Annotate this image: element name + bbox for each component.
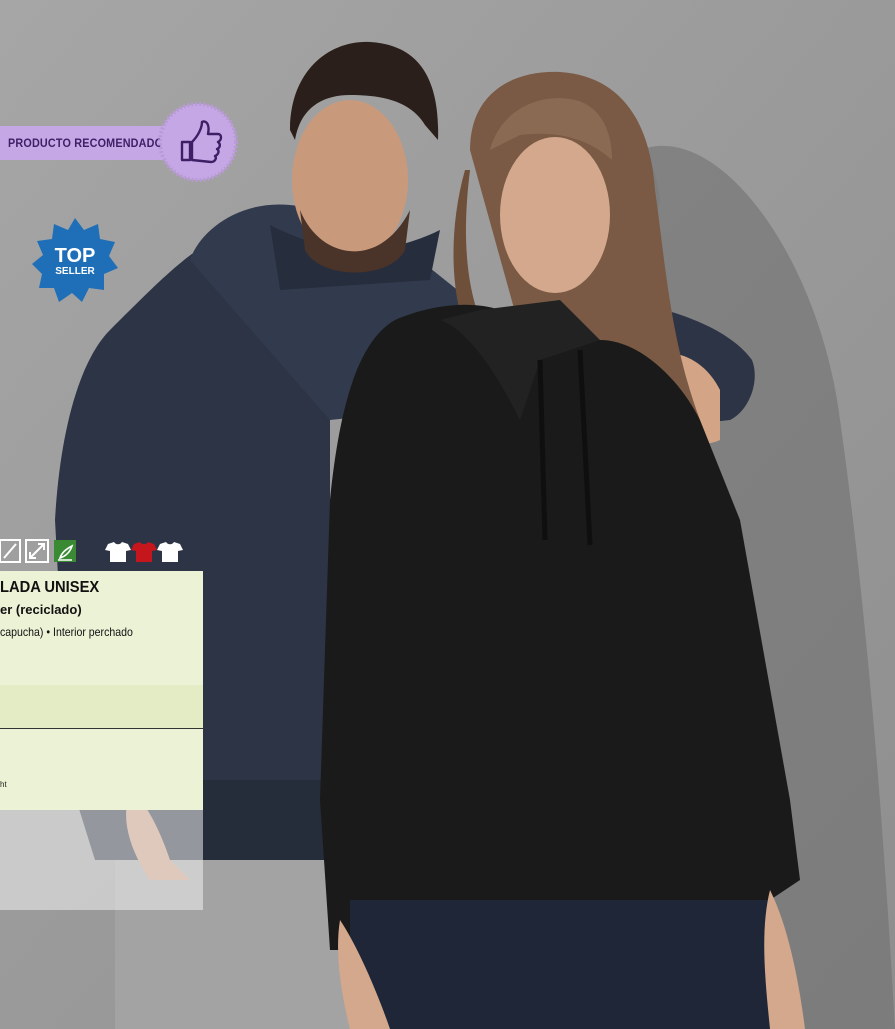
top-seller-label: TOP SELLER — [54, 244, 96, 277]
product-subtitle: er (reciclado) — [0, 602, 82, 617]
product-title: LADA UNISEX — [0, 579, 100, 596]
panel-band — [0, 685, 203, 729]
divider — [0, 728, 203, 729]
product-description: capucha) • Interior perchado — [0, 625, 133, 639]
eco-leaf-icon — [54, 540, 76, 562]
tshirt-white-icon — [105, 542, 131, 562]
thumbs-up-icon — [158, 102, 238, 182]
panel-note: ht — [0, 780, 7, 789]
expand-icon — [25, 539, 49, 563]
tshirt-red-icon — [131, 542, 157, 562]
tshirt-white-icon — [157, 542, 183, 562]
product-info-panel: LADA UNISEX er (reciclado) capucha) • In… — [0, 571, 203, 810]
pencil-icon — [0, 539, 21, 563]
recommended-badge: PRODUCTO RECOMENDADO — [0, 126, 172, 160]
panel-lower — [0, 810, 203, 910]
feature-icons — [0, 539, 183, 563]
